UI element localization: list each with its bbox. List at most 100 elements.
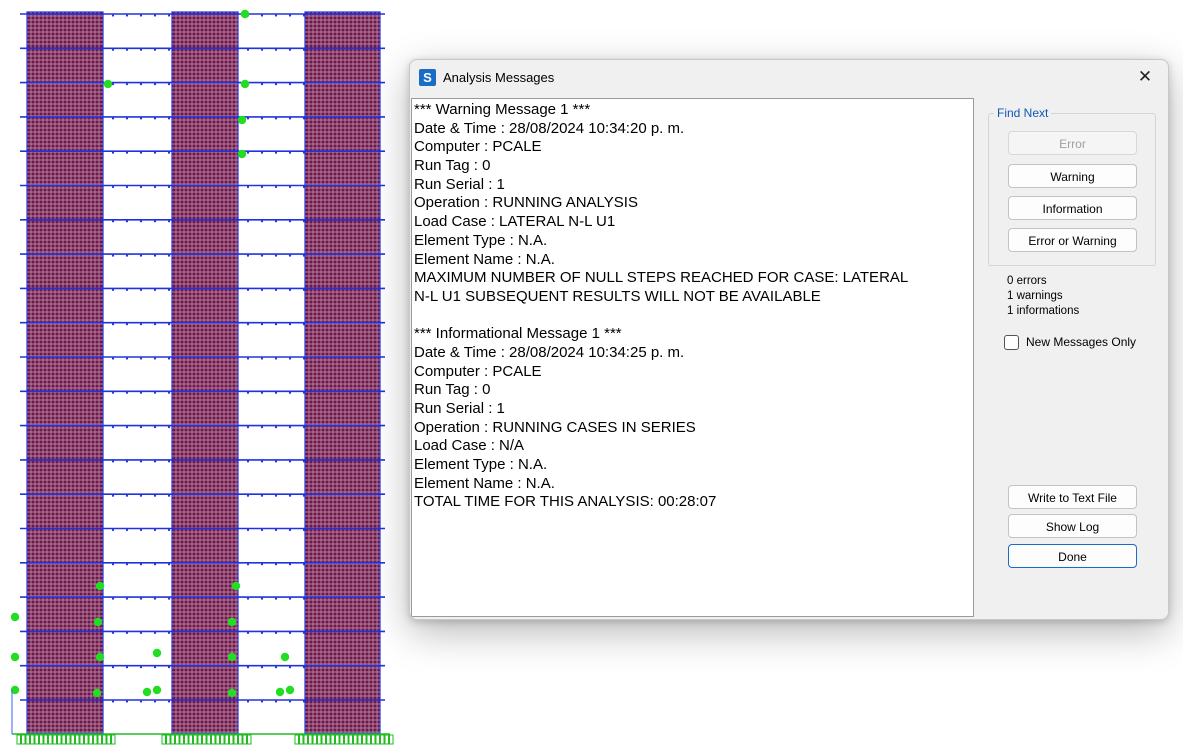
messages-textbox[interactable]: *** Warning Message 1 *** Date & Time : 2…	[411, 98, 974, 617]
beam-node	[260, 563, 264, 566]
beam-node	[274, 151, 278, 154]
base-support	[84, 734, 89, 745]
beam-node	[246, 254, 250, 257]
beam-node	[260, 117, 264, 120]
beam-node	[274, 426, 278, 429]
base-support	[30, 734, 35, 745]
beam-node	[302, 288, 306, 291]
beam-node	[302, 323, 306, 326]
beam-node	[288, 597, 292, 600]
base-support	[75, 734, 80, 745]
beam-node	[111, 220, 115, 223]
find-information-button[interactable]: Information	[1008, 196, 1137, 220]
beam-node	[288, 220, 292, 223]
find-next-label: Find Next	[994, 106, 1052, 120]
message-line: Element Name : N.A.	[414, 250, 555, 268]
beam-node	[153, 666, 157, 669]
plastic-hinge-node	[152, 648, 162, 658]
beam-node	[167, 528, 171, 532]
base-support	[57, 734, 62, 745]
base-support	[97, 734, 102, 745]
beam-node	[111, 494, 115, 497]
beam-node	[167, 185, 171, 189]
beam-node	[139, 185, 143, 189]
message-line: Load Case : N/A	[414, 437, 525, 455]
message-line: Run Tag : 0	[414, 157, 491, 175]
beam-node	[302, 563, 306, 566]
beam-node	[153, 426, 157, 429]
beam-node	[288, 494, 292, 497]
base-support	[111, 734, 116, 745]
beam-node	[153, 357, 157, 360]
base-support	[384, 734, 389, 745]
beam-node	[139, 48, 143, 51]
new-messages-only-checkbox[interactable]	[1004, 335, 1019, 350]
beam-node	[111, 14, 115, 17]
plastic-hinge-node	[227, 688, 237, 698]
base-support	[16, 734, 21, 745]
message-line: *** Informational Message 1 ***	[414, 325, 622, 343]
beam-node	[167, 597, 171, 600]
beam-node	[274, 83, 278, 86]
beam-node	[153, 220, 157, 223]
beam-node	[125, 528, 129, 532]
base-support	[193, 734, 198, 745]
beam-node	[167, 357, 171, 360]
beam-node	[288, 391, 292, 394]
beam-node	[153, 288, 157, 291]
message-line: Computer : PCALE	[414, 362, 542, 380]
done-button[interactable]: Done	[1008, 544, 1137, 568]
show-log-button[interactable]: Show Log	[1008, 514, 1137, 538]
base-support	[380, 734, 385, 745]
analysis-messages-dialog: S Analysis Messages ✕ *** Warning Messag…	[409, 59, 1169, 620]
base-support	[389, 734, 394, 745]
beam-node	[274, 288, 278, 291]
plastic-hinge-node	[103, 79, 113, 89]
message-line: Element Type : N.A.	[414, 231, 548, 249]
beam-node	[111, 631, 115, 635]
beam-node	[302, 220, 306, 223]
find-error-button[interactable]: Error	[1008, 131, 1137, 155]
beam-node	[153, 14, 157, 17]
base-support	[25, 734, 30, 745]
close-button[interactable]: ✕	[1134, 66, 1156, 88]
base-support	[224, 734, 229, 745]
beam-node	[111, 426, 115, 429]
base-support	[303, 734, 308, 745]
beam-node	[153, 563, 157, 566]
beam-node	[139, 563, 143, 566]
beam-node	[139, 117, 143, 120]
base-support	[247, 734, 252, 745]
base-support	[312, 734, 317, 745]
beam-node	[302, 631, 306, 635]
beam-node	[260, 288, 264, 291]
message-line: Computer : PCALE	[414, 138, 542, 156]
beam-node	[125, 14, 129, 17]
beam-node	[260, 460, 264, 463]
base-support	[161, 734, 166, 745]
error-count: 0 errors	[1007, 275, 1047, 287]
beam-node	[260, 528, 264, 532]
beam-node	[167, 494, 171, 497]
beam-node	[167, 220, 171, 223]
beam-node	[167, 254, 171, 257]
base-support	[375, 734, 380, 745]
beam-node	[246, 220, 250, 223]
find-error-or-warning-button[interactable]: Error or Warning	[1008, 228, 1137, 252]
beam-node	[125, 151, 129, 154]
base-support	[52, 734, 57, 745]
write-to-text-file-button[interactable]: Write to Text File	[1008, 485, 1137, 509]
beam-node	[274, 563, 278, 566]
beam-node	[274, 220, 278, 223]
beam-node	[260, 151, 264, 154]
beam-node	[274, 323, 278, 326]
beam-node	[246, 528, 250, 532]
app-icon: S	[419, 69, 436, 86]
beam-node	[302, 597, 306, 600]
beam-node	[274, 631, 278, 635]
plastic-hinge-node	[237, 149, 247, 159]
beam-node	[260, 700, 264, 703]
beam-node	[167, 151, 171, 154]
find-warning-button[interactable]: Warning	[1008, 164, 1137, 188]
beam-node	[246, 323, 250, 326]
